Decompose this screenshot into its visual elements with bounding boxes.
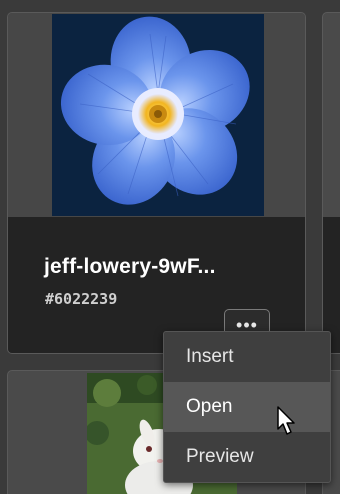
asset-grid-panel: jeff-lowery-9wF... #6022239 ••• Insert O…: [0, 0, 340, 494]
asset-thumbnail-area: [8, 13, 305, 217]
menu-item-label: Insert: [186, 346, 234, 367]
mouse-pointer-icon: [277, 406, 295, 435]
context-menu: Insert Open Preview: [163, 331, 331, 483]
flower-image: [52, 14, 264, 216]
menu-item-open[interactable]: Open: [164, 382, 330, 432]
menu-item-label: Open: [186, 396, 233, 417]
menu-item-preview[interactable]: Preview: [164, 432, 330, 482]
asset-thumbnail-flower[interactable]: [52, 14, 264, 216]
menu-item-label: Preview: [186, 446, 254, 467]
asset-card-partial-right[interactable]: [322, 12, 340, 354]
asset-card[interactable]: jeff-lowery-9wF... #6022239 •••: [7, 12, 306, 354]
asset-title: jeff-lowery-9wF...: [44, 255, 216, 278]
asset-id: #6022239: [45, 290, 118, 308]
menu-item-insert[interactable]: Insert: [164, 332, 330, 382]
